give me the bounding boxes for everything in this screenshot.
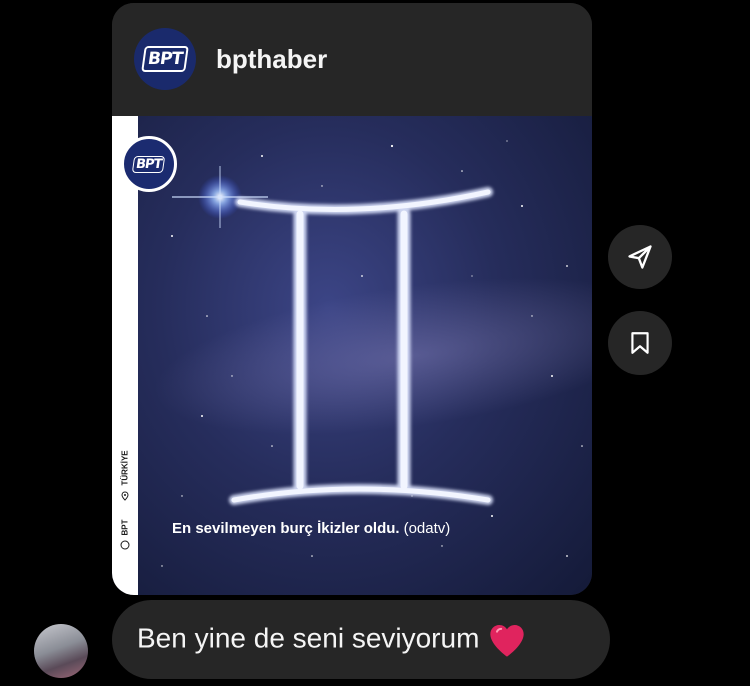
brand-logo: BPT [141, 46, 189, 72]
save-button[interactable] [608, 311, 672, 375]
post-caption: En sevilmeyen burç İkizler oldu. (odatv) [172, 520, 450, 537]
location-pin-icon [121, 491, 129, 501]
sender-avatar[interactable] [34, 624, 88, 678]
heart-icon [490, 625, 525, 657]
bookmark-icon [631, 332, 649, 354]
shared-post-card[interactable]: BPT bpthaber TÜRKİYE BPT BPT En sevilmey… [112, 3, 592, 595]
caption-source: (odatv) [403, 520, 451, 537]
caption-headline: En sevilmeyen burç İkizler oldu. [172, 520, 400, 537]
post-image-logo: BPT [121, 136, 177, 192]
brand-logo: BPT [132, 155, 166, 173]
strip-country-label: TÜRKİYE [120, 450, 130, 486]
post-author-avatar[interactable]: BPT [134, 28, 196, 90]
post-image[interactable]: TÜRKİYE BPT BPT En sevilmeyen burç İkizl… [112, 116, 592, 595]
message-bubble[interactable]: Ben yine de seni seviyorum [112, 600, 610, 679]
paper-plane-icon [628, 245, 652, 269]
message-body: Ben yine de seni seviyorum [137, 622, 480, 654]
chat-bubble-icon [120, 540, 130, 550]
share-button[interactable] [608, 225, 672, 289]
post-header[interactable]: BPT bpthaber [112, 3, 592, 116]
message-text: Ben yine de seni seviyorum [137, 621, 527, 659]
strip-brand-label: BPT [120, 519, 130, 536]
post-username[interactable]: bpthaber [216, 44, 327, 75]
